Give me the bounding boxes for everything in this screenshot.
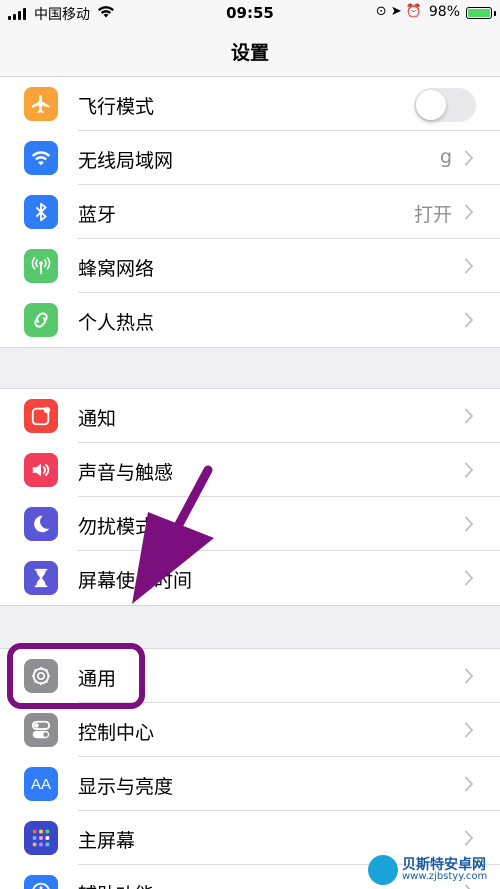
accessibility-icon (24, 875, 58, 889)
watermark: 贝斯特安卓网 www.zjbstyy.com (368, 853, 496, 887)
settings-row-bluetooth[interactable]: 蓝牙 打开 (0, 185, 500, 239)
hotspot-link-icon (24, 303, 58, 337)
status-bar: 中国移动 09:55 ⊙ ➤ ⏰ 98% (0, 0, 500, 26)
chevron-right-icon (464, 722, 474, 738)
row-label: 主屏幕 (78, 830, 136, 852)
row-label: 蓝牙 (78, 204, 117, 226)
battery-percent: 98% (428, 4, 460, 20)
settings-row-text-size[interactable]: AA 显示与亮度 (0, 757, 500, 811)
home-screen-icon (24, 821, 58, 855)
chevron-right-icon (464, 830, 474, 846)
bluetooth-icon (24, 195, 58, 229)
settings-row-moon[interactable]: 勿扰模式 (0, 497, 500, 551)
status-time: 09:55 (226, 4, 274, 22)
chevron-right-icon (464, 516, 474, 532)
text-size-icon: AA (24, 767, 58, 801)
toggle-knob (416, 90, 446, 120)
settings-row-antenna[interactable]: 蜂窝网络 (0, 239, 500, 293)
notification-icon (24, 399, 58, 433)
wifi-icon (24, 141, 58, 175)
chevron-right-icon (464, 776, 474, 792)
settings-row-airplane[interactable]: 飞行模式 (0, 77, 500, 131)
navigation-bar: 设置 (0, 26, 500, 78)
hourglass-icon (24, 561, 58, 595)
settings-group-2: 通知声音与触感勿扰模式屏幕使用时间 (0, 388, 500, 606)
location-icon: ➤ (390, 4, 402, 19)
row-label: 无线局域网 (78, 150, 174, 172)
alarm-icon: ⏰ (405, 4, 422, 19)
moon-icon (24, 507, 58, 541)
chevron-right-icon (464, 462, 474, 478)
chevron-right-icon (464, 408, 474, 424)
page-title: 设置 (230, 42, 269, 64)
chevron-right-icon (464, 668, 474, 684)
battery-fill (468, 9, 490, 17)
row-value: 打开 (413, 204, 452, 226)
watermark-url: www.zjbstyy.com (402, 871, 488, 882)
settings-screen: 中国移动 09:55 ⊙ ➤ ⏰ 98% 设置 飞行模式无线局域网 g 蓝牙 打开蜂窝… (0, 0, 500, 889)
watermark-logo-icon (368, 855, 398, 885)
icon-glyph: AA (30, 775, 51, 793)
row-label: 辅助功能 (78, 880, 154, 889)
control-center-icon (24, 713, 58, 747)
chevron-right-icon (464, 258, 474, 274)
row-label: 飞行模式 (78, 96, 155, 118)
chevron-right-icon (464, 204, 474, 220)
speaker-icon (24, 453, 58, 487)
chevron-right-icon (464, 312, 474, 328)
settings-row-control-center[interactable]: 控制中心 (0, 703, 500, 757)
settings-row-wifi[interactable]: 无线局域网 g (0, 131, 500, 185)
antenna-icon (24, 249, 58, 283)
row-label: 声音与触感 (78, 462, 174, 484)
row-label: 个人热点 (78, 312, 155, 334)
row-label: 屏幕使用时间 (78, 570, 193, 592)
highlight-box (7, 643, 145, 709)
battery-tip (494, 11, 496, 16)
row-label: 通知 (78, 408, 117, 430)
row-label: 蜂窝网络 (78, 258, 155, 280)
row-label: 显示与亮度 (78, 776, 174, 798)
chevron-right-icon (464, 150, 474, 166)
battery-icon (466, 7, 492, 19)
row-label: 控制中心 (78, 722, 155, 744)
airplane-mode-toggle[interactable] (414, 88, 476, 122)
settings-row-notification[interactable]: 通知 (0, 389, 500, 443)
settings-row-speaker[interactable]: 声音与触感 (0, 443, 500, 497)
settings-group-1: 飞行模式无线局域网 g 蓝牙 打开蜂窝网络个人热点 (0, 76, 500, 348)
row-value: g (439, 146, 452, 168)
orientation-lock-icon: ⊙ (375, 4, 387, 19)
settings-row-hourglass[interactable]: 屏幕使用时间 (0, 551, 500, 605)
airplane-icon (24, 87, 58, 121)
row-label: 勿扰模式 (78, 516, 155, 538)
settings-row-hotspot-link[interactable]: 个人热点 (0, 293, 500, 347)
chevron-right-icon (464, 570, 474, 586)
